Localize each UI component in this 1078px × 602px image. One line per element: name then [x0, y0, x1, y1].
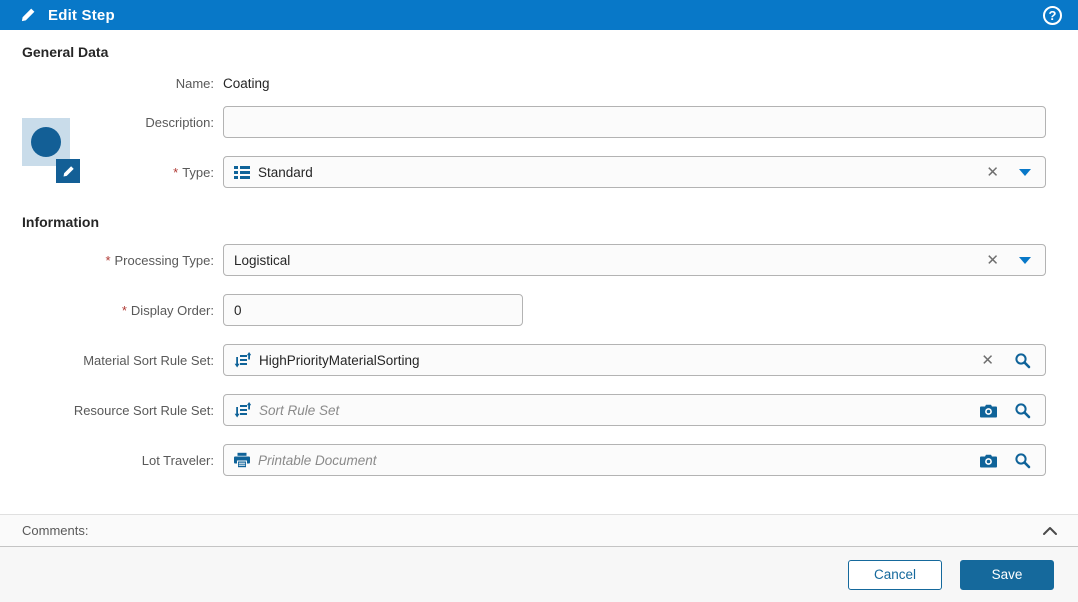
- processing-type-combobox[interactable]: Logistical ✕: [223, 244, 1046, 276]
- clear-icon[interactable]: ✕: [978, 253, 1007, 268]
- chevron-up-icon[interactable]: [1042, 526, 1058, 536]
- sort-rule-icon: [234, 402, 251, 418]
- chevron-down-icon[interactable]: [1019, 168, 1031, 176]
- resource-sort-input[interactable]: [259, 402, 968, 418]
- name-row: Name: Coating: [22, 74, 1046, 92]
- search-icon[interactable]: [1010, 402, 1035, 419]
- required-marker: *: [105, 252, 111, 268]
- name-value: Coating: [223, 75, 270, 91]
- processing-type-row: * Processing Type: Logistical ✕: [22, 244, 1046, 276]
- description-field: [223, 106, 1046, 138]
- comments-label: Comments:: [22, 523, 89, 538]
- material-sort-label: Material Sort Rule Set:: [83, 352, 214, 368]
- name-label: Name:: [175, 75, 214, 91]
- description-row: Description:: [22, 106, 1046, 138]
- processing-type-value: Logistical: [234, 252, 291, 268]
- display-order-label: * Display Order:: [121, 302, 214, 318]
- edit-icon-button[interactable]: [56, 159, 80, 183]
- section-general-data: General Data: [22, 44, 109, 60]
- sort-rule-icon: [234, 352, 251, 368]
- display-order-field: [223, 294, 523, 326]
- resource-sort-label: Resource Sort Rule Set:: [73, 402, 214, 418]
- type-value: Standard: [258, 164, 313, 180]
- search-icon[interactable]: [1010, 352, 1035, 369]
- material-sort-row: Material Sort Rule Set: ✕: [22, 344, 1046, 376]
- material-sort-input[interactable]: [259, 352, 966, 368]
- display-order-row: * Display Order:: [22, 294, 1046, 326]
- pencil-icon: [20, 7, 36, 23]
- processing-type-label: * Processing Type:: [105, 252, 214, 268]
- lot-traveler-input[interactable]: [258, 452, 968, 468]
- lot-traveler-field: [223, 444, 1046, 476]
- edit-step-dialog: Edit Step ? General Data Name: Coating D…: [0, 0, 1078, 602]
- camera-icon[interactable]: [976, 453, 1002, 468]
- camera-icon[interactable]: [976, 403, 1002, 418]
- help-icon[interactable]: ?: [1043, 5, 1062, 25]
- pencil-icon: [63, 165, 74, 176]
- printer-icon: [234, 452, 250, 468]
- page-title: Edit Step: [48, 6, 115, 24]
- form-body: General Data Name: Coating Description:: [0, 30, 1078, 514]
- type-row: * Type: Standard ✕: [22, 156, 1046, 188]
- search-icon[interactable]: [1010, 452, 1035, 469]
- clear-icon[interactable]: ✕: [978, 165, 1007, 180]
- required-marker: *: [173, 164, 179, 180]
- step-circle-icon: [31, 127, 61, 157]
- dialog-footer: Cancel Save: [0, 547, 1078, 602]
- material-sort-field: ✕: [223, 344, 1046, 376]
- resource-sort-row: Resource Sort Rule Set:: [22, 394, 1046, 426]
- cancel-button[interactable]: Cancel: [848, 559, 942, 590]
- section-information: Information: [22, 214, 99, 230]
- clear-icon[interactable]: ✕: [973, 353, 1002, 368]
- type-combobox[interactable]: Standard ✕: [223, 156, 1046, 188]
- resource-sort-field: [223, 394, 1046, 426]
- list-icon: [234, 165, 250, 180]
- titlebar: Edit Step ?: [0, 0, 1078, 30]
- chevron-down-icon[interactable]: [1019, 256, 1031, 264]
- save-button[interactable]: Save: [960, 559, 1054, 590]
- comments-section-toggle[interactable]: Comments:: [0, 514, 1078, 547]
- lot-traveler-label: Lot Traveler:: [141, 452, 214, 468]
- required-marker: *: [121, 302, 127, 318]
- step-icon: [22, 118, 84, 186]
- lot-traveler-row: Lot Traveler:: [22, 444, 1046, 476]
- display-order-input[interactable]: [234, 302, 512, 318]
- description-input[interactable]: [234, 114, 1035, 130]
